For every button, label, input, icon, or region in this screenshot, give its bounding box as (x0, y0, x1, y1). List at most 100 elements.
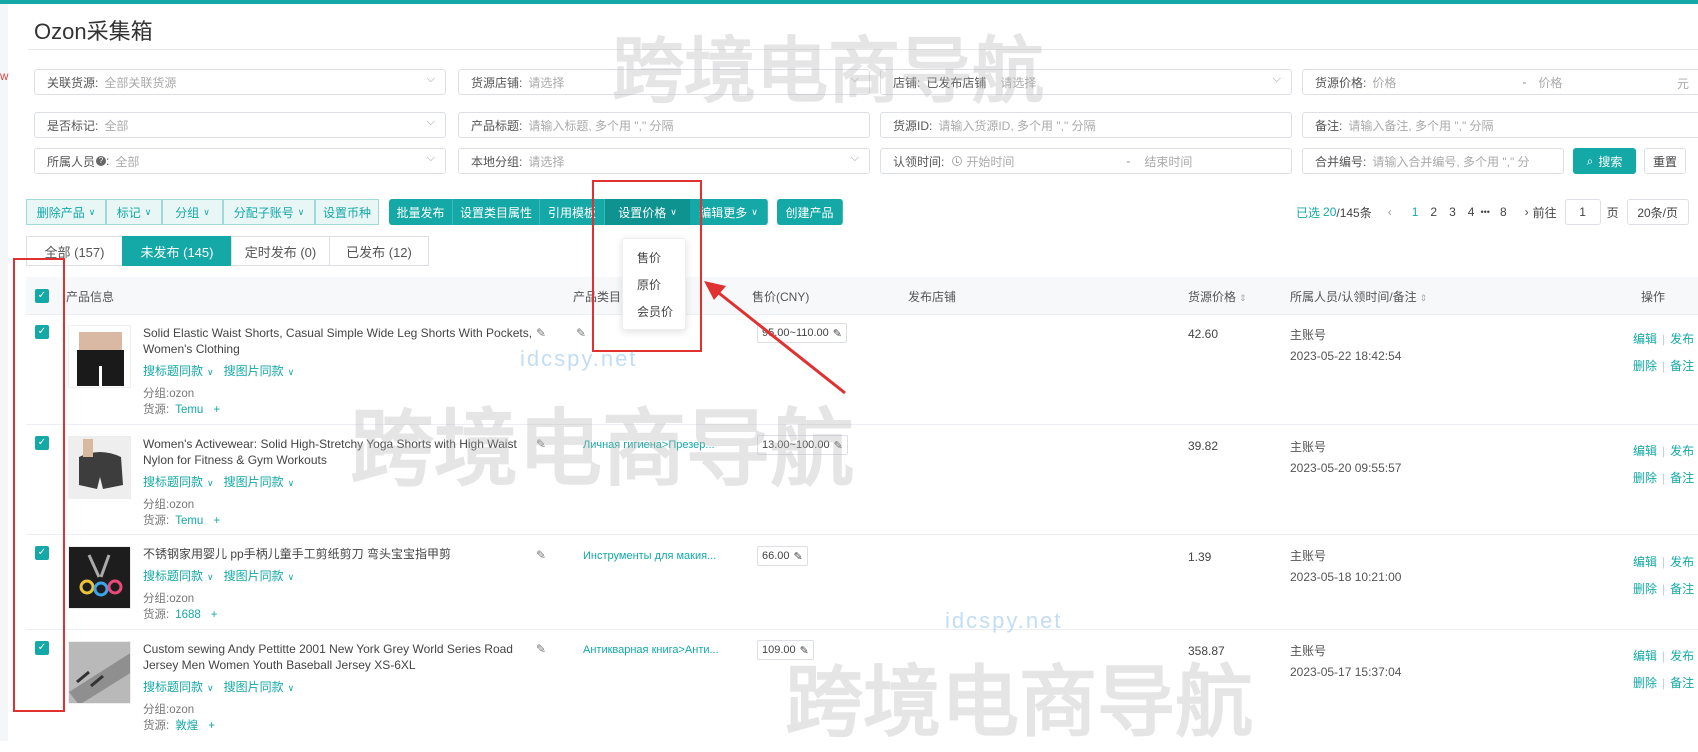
search-image-same-link[interactable]: 搜图片同款 (224, 569, 284, 583)
shop-select[interactable]: 店铺: 已发布店铺 请选择 ⌵ (880, 69, 1292, 95)
tab-scheduled[interactable]: 定时发布 (0) (231, 236, 330, 266)
col-ops: 操作 (1641, 290, 1666, 304)
source-price: 1.39 (1188, 550, 1212, 564)
batch-publish-button[interactable]: 批量发布 (389, 199, 453, 225)
edit-price-icon[interactable]: ✎ (834, 439, 843, 452)
chevron-down-icon: ∨ (297, 206, 305, 217)
add-icon[interactable]: + (213, 515, 220, 527)
owner-select[interactable]: 所属人员 ? : 全部 ⌵ (34, 148, 446, 174)
linked-source-select[interactable]: 关联货源: 全部关联货源 ⌵ (34, 69, 446, 95)
edit-title-icon[interactable]: ✎ (536, 548, 546, 562)
product-title[interactable]: 不锈钢家用婴儿 pp手柄儿童手工剪纸剪刀 弯头宝宝指甲剪 (143, 546, 533, 562)
title-divider (28, 49, 1698, 50)
goto-page-input[interactable]: 1 (1564, 199, 1601, 225)
edit-link[interactable]: 编辑 (1633, 555, 1657, 569)
prev-page-button[interactable]: ‹ (1388, 205, 1392, 219)
chevron-down-icon: ⌵ (426, 116, 435, 128)
search-title-same-link[interactable]: 搜标题同款 (143, 364, 203, 378)
edit-title-icon[interactable]: ✎ (536, 437, 546, 451)
search-image-same-link[interactable]: 搜图片同款 (224, 364, 284, 378)
col-product-info: 产品信息 (66, 290, 115, 304)
page-1[interactable]: 1 (1412, 205, 1419, 219)
product-title-input[interactable]: 产品标题: 请输入标题, 多个用 "," 分隔 (458, 112, 870, 138)
row-ops-2: 删除 | 备注 (1633, 471, 1695, 485)
remark-link[interactable]: 备注 (1670, 471, 1694, 485)
product-title[interactable]: Custom sewing Andy Pettitte 2001 New Yor… (143, 641, 533, 673)
remark-link[interactable]: 备注 (1670, 359, 1694, 373)
add-icon[interactable]: + (208, 720, 215, 732)
price-field[interactable]: 109.00 ✎ (757, 640, 814, 660)
product-source: 货源: Temu + (143, 515, 221, 527)
search-image-same-link[interactable]: 搜图片同款 (224, 680, 284, 694)
mark-button[interactable]: 标记 ∨ (106, 199, 162, 225)
chevron-down-icon: ∨ (287, 572, 295, 582)
claim-time-range[interactable]: 认领时间: 开始时间 - 结束时间 (880, 148, 1292, 174)
create-product-button[interactable]: 创建产品 (777, 199, 843, 225)
remark-link[interactable]: 备注 (1670, 582, 1694, 596)
delete-link[interactable]: 删除 (1633, 582, 1657, 596)
search-title-same-link[interactable]: 搜标题同款 (143, 680, 203, 694)
marked-select[interactable]: 是否标记: 全部 ⌵ (34, 112, 446, 138)
merge-no-input[interactable]: 合并编号: 请输入合并编号, 多个用 "," 分 (1302, 148, 1564, 174)
delete-link[interactable]: 删除 (1633, 676, 1657, 690)
edit-price-icon[interactable]: ✎ (794, 550, 803, 563)
chevron-down-icon: ⌵ (426, 152, 435, 164)
page-4[interactable]: 4 (1468, 205, 1475, 219)
remark-input[interactable]: 备注: 请输入备注, 多个用 "," 分隔 (1302, 112, 1698, 138)
publish-link[interactable]: 发布 (1670, 555, 1694, 569)
product-title[interactable]: Solid Elastic Waist Shorts, Casual Simpl… (143, 325, 533, 357)
page-last[interactable]: 8 (1500, 205, 1507, 219)
page-2[interactable]: 2 (1430, 205, 1437, 219)
delete-link[interactable]: 删除 (1633, 471, 1657, 485)
edit-category-icon[interactable]: ✎ (576, 326, 586, 340)
page-3[interactable]: 3 (1449, 205, 1456, 219)
search-button[interactable]: ⌕ 搜索 (1573, 148, 1636, 174)
edit-title-icon[interactable]: ✎ (536, 642, 546, 656)
edit-link[interactable]: 编辑 (1633, 332, 1657, 346)
source-shop-select[interactable]: 货源店铺: 请选择 ⌵ (458, 69, 870, 95)
col-cost[interactable]: 货源价格 ⇕ (1188, 288, 1247, 305)
page-size-select[interactable]: 20条/页 (1626, 199, 1689, 225)
source-price-range[interactable]: 货源价格: 价格 - 价格 元 (1302, 69, 1698, 95)
more-pages[interactable]: ••• (1480, 207, 1489, 217)
price-field[interactable]: 13.00~100.00 ✎ (757, 435, 848, 455)
tab-published[interactable]: 已发布 (12) (329, 236, 429, 266)
sort-icon: ⇕ (1239, 293, 1247, 303)
product-title[interactable]: Women's Activewear: Solid High-Stretchy … (143, 436, 533, 468)
category-link[interactable]: Антикварная книга>Анти... (583, 644, 733, 656)
status-tabs: 全部 (157) 未发布 (145) 定时发布 (0) 已发布 (12) (26, 236, 429, 266)
edit-price-icon[interactable]: ✎ (800, 644, 809, 657)
publish-link[interactable]: 发布 (1670, 332, 1694, 346)
publish-link[interactable]: 发布 (1670, 649, 1694, 663)
edit-link[interactable]: 编辑 (1633, 649, 1657, 663)
local-group-select[interactable]: 本地分组: 请选择 ⌵ (458, 148, 870, 174)
assign-subaccount-button[interactable]: 分配子账号 ∨ (223, 199, 315, 225)
edit-title-icon[interactable]: ✎ (536, 326, 546, 340)
add-icon[interactable]: + (211, 609, 218, 621)
chevron-down-icon: ∨ (287, 683, 295, 693)
set-currency-button[interactable]: 设置币种 (315, 199, 379, 225)
col-owner[interactable]: 所属人员/认领时间/备注 ⇕ (1290, 288, 1427, 305)
add-icon[interactable]: + (213, 404, 220, 416)
group-button[interactable]: 分组 ∨ (162, 199, 223, 225)
product-thumbnail (77, 332, 124, 386)
delete-products-button[interactable]: 删除产品 ∨ (26, 199, 106, 225)
tab-unpublished[interactable]: 未发布 (145) (122, 236, 232, 266)
set-category-button[interactable]: 设置类目属性 (453, 199, 540, 225)
category-link[interactable]: Личная гигиена>Презер... (583, 439, 733, 451)
search-title-same-link[interactable]: 搜标题同款 (143, 475, 203, 489)
owner-name: 主账号 (1290, 644, 1327, 658)
reset-button[interactable]: 重置 (1644, 148, 1686, 174)
search-title-same-link[interactable]: 搜标题同款 (143, 569, 203, 583)
search-image-same-link[interactable]: 搜图片同款 (224, 475, 284, 489)
table-header: ✓ 产品信息 产品类目 售价(CNY) 发布店铺 货源价格 ⇕ 所属人员/认领时间… (26, 277, 1698, 315)
publish-link[interactable]: 发布 (1670, 444, 1694, 458)
remark-link[interactable]: 备注 (1670, 676, 1694, 690)
category-link[interactable]: Инструменты для макия... (583, 550, 733, 562)
price-field[interactable]: 66.00 ✎ (757, 546, 808, 566)
source-id-input[interactable]: 货源ID: 请输入货源ID, 多个用 "," 分隔 (880, 112, 1292, 138)
product-group: 分组:ozon (143, 704, 195, 716)
next-page-button[interactable]: › (1525, 205, 1529, 219)
delete-link[interactable]: 删除 (1633, 359, 1657, 373)
edit-link[interactable]: 编辑 (1633, 444, 1657, 458)
